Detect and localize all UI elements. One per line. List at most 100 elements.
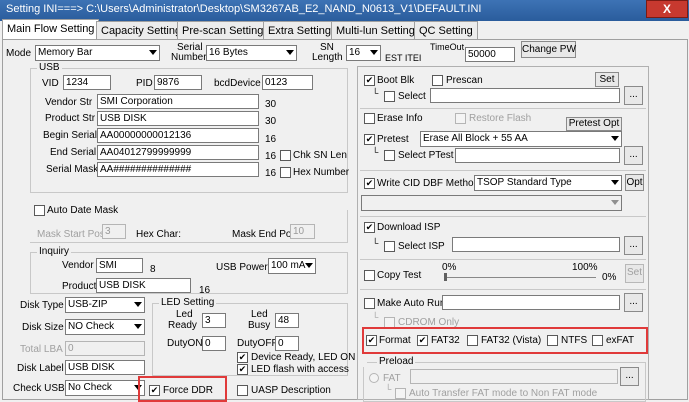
sn-length-select[interactable]: 16	[346, 45, 381, 61]
pid-label: PID	[136, 78, 153, 89]
serial-mask-input[interactable]: AA##############	[97, 162, 259, 177]
select-isp-checkbox[interactable]	[384, 241, 395, 252]
mask-start-pos-input[interactable]: 3	[102, 224, 126, 239]
duty-on-input[interactable]: 0	[202, 336, 226, 351]
disk-type-label: Disk Type	[20, 300, 64, 311]
write-cid-checkbox[interactable]	[364, 178, 375, 189]
inquiry-vendor-input[interactable]: SMI	[96, 258, 143, 273]
total-lba-input[interactable]: 0	[65, 341, 145, 356]
change-pw-button[interactable]: Change PW	[521, 41, 576, 58]
ntfs-checkbox[interactable]	[547, 335, 558, 346]
chevron-down-icon	[134, 302, 142, 307]
mode-select[interactable]: Memory Bar	[35, 45, 160, 61]
auto-date-mask-checkbox[interactable]	[34, 205, 45, 216]
exfat-checkbox[interactable]	[592, 335, 603, 346]
fat32-checkbox[interactable]	[417, 335, 428, 346]
fat-radio[interactable]	[369, 373, 379, 383]
format-label: Format	[379, 335, 411, 346]
boot-blk-select-input[interactable]	[430, 88, 620, 103]
make-auto-run-checkbox[interactable]	[364, 298, 375, 309]
bcd-device-input[interactable]: 0123	[262, 75, 313, 90]
download-isp-checkbox[interactable]	[364, 222, 375, 233]
serial-mask-label: Serial Mask	[46, 164, 99, 175]
usb-power-select[interactable]: 100 mA	[268, 258, 316, 274]
restore-flash-checkbox[interactable]	[455, 113, 466, 124]
led-busy-label-2: Busy	[248, 320, 271, 331]
serial-mask-length: 16	[265, 168, 277, 179]
led-flash-access-checkbox[interactable]	[237, 364, 248, 375]
copy-test-slider-thumb[interactable]	[444, 273, 447, 281]
boot-blk-select-checkbox[interactable]	[384, 91, 395, 102]
select-isp-input[interactable]	[452, 237, 620, 252]
device-ready-led-on-checkbox[interactable]	[237, 352, 248, 363]
copy-test-label: Copy Test	[377, 270, 422, 281]
check-usb-label: Check USB	[13, 383, 65, 394]
pretest-select[interactable]: Erase All Block + 55 AA	[420, 131, 622, 147]
write-cid-label: Write CID	[377, 178, 421, 189]
select-isp-browse-button[interactable]: ...	[624, 236, 643, 255]
total-lba-label: Total LBA	[20, 344, 63, 355]
copy-test-value: 0%	[602, 272, 617, 283]
disk-size-select[interactable]: NO Check	[65, 319, 145, 335]
copy-test-checkbox[interactable]	[364, 270, 375, 281]
led-busy-input[interactable]: 48	[275, 313, 299, 328]
tab-qc-setting[interactable]: QC Setting	[414, 21, 478, 39]
dbf-method-select[interactable]: TSOP Standard Type	[474, 175, 622, 191]
pretest-opt-button[interactable]: Pretest Opt	[566, 117, 622, 131]
format-checkbox[interactable]	[366, 335, 377, 346]
check-usb-select[interactable]: No Check	[65, 380, 145, 396]
tab-extra-setting[interactable]: Extra Setting	[263, 21, 336, 39]
preload-browse-button[interactable]: ...	[620, 367, 639, 386]
chevron-down-icon	[370, 50, 378, 55]
preload-path-input[interactable]	[410, 369, 618, 384]
end-serial-input[interactable]: AA04012799999999	[97, 145, 259, 160]
serial-number-select[interactable]: 16 Bytes	[206, 45, 297, 61]
fat32-vista-checkbox[interactable]	[467, 335, 478, 346]
vendor-str-input[interactable]: SMI Corporation	[97, 94, 259, 109]
product-str-input[interactable]: USB DISK	[97, 111, 259, 126]
close-button[interactable]: X	[646, 0, 688, 18]
auto-run-browse-button[interactable]: ...	[624, 293, 643, 312]
cid-secondary-select[interactable]	[361, 195, 622, 211]
chk-sn-len-checkbox[interactable]	[280, 150, 291, 161]
auto-transfer-checkbox[interactable]	[395, 388, 406, 399]
dbf-opt-button[interactable]: Opt	[625, 174, 644, 191]
window-title: Setting INI===> C:\Users\Administrator\D…	[6, 3, 482, 15]
tab-main-flow-setting[interactable]: Main Flow Setting	[2, 19, 100, 40]
pid-input[interactable]: 9876	[154, 75, 202, 90]
select-ptest-checkbox[interactable]	[384, 150, 395, 161]
select-isp-label: Select ISP	[398, 241, 445, 252]
tab-multi-lun-setting[interactable]: Multi-lun Setting	[331, 21, 420, 39]
prescan-checkbox[interactable]	[432, 75, 443, 86]
boot-blk-browse-button[interactable]: ...	[624, 86, 643, 105]
divider	[360, 289, 646, 290]
timeout-input[interactable]: 50000	[465, 47, 515, 62]
tab-capacity-setting[interactable]: Capacity Setting	[96, 21, 187, 39]
led-ready-input[interactable]: 3	[202, 313, 226, 328]
erase-info-checkbox[interactable]	[364, 113, 375, 124]
vid-input[interactable]: 1234	[63, 75, 111, 90]
copy-test-set-button[interactable]: Set	[625, 264, 644, 283]
force-ddr-checkbox[interactable]	[149, 385, 160, 396]
select-ptest-browse-button[interactable]: ...	[624, 146, 643, 165]
tree-connector-icon: └	[372, 238, 379, 248]
disk-type-select[interactable]: USB-ZIP	[65, 297, 145, 313]
boot-blk-checkbox[interactable]	[364, 75, 375, 86]
copy-test-slider-track[interactable]	[446, 277, 596, 278]
disk-label-input[interactable]: USB DISK	[65, 360, 145, 375]
device-ready-led-on-label: Device Ready, LED ON	[251, 352, 356, 363]
begin-serial-input[interactable]: AA00000000012136	[97, 128, 259, 143]
duty-off-input[interactable]: 0	[275, 336, 299, 351]
auto-run-path-input[interactable]	[442, 295, 620, 310]
mask-end-pos-input[interactable]: 10	[290, 224, 315, 239]
boot-blk-set-button[interactable]: Set	[595, 72, 619, 87]
tab-pre-scan-setting[interactable]: Pre-scan Setting	[177, 21, 269, 39]
vid-label: VID	[42, 78, 59, 89]
select-ptest-input[interactable]	[455, 148, 620, 163]
check-usb-value: No Check	[68, 382, 112, 393]
pretest-checkbox[interactable]	[364, 134, 375, 145]
hex-number-checkbox[interactable]	[280, 167, 291, 178]
inquiry-product-input[interactable]: USB DISK	[96, 278, 191, 293]
led-ready-label-2: Ready	[168, 320, 197, 331]
uasp-description-checkbox[interactable]	[237, 385, 248, 396]
